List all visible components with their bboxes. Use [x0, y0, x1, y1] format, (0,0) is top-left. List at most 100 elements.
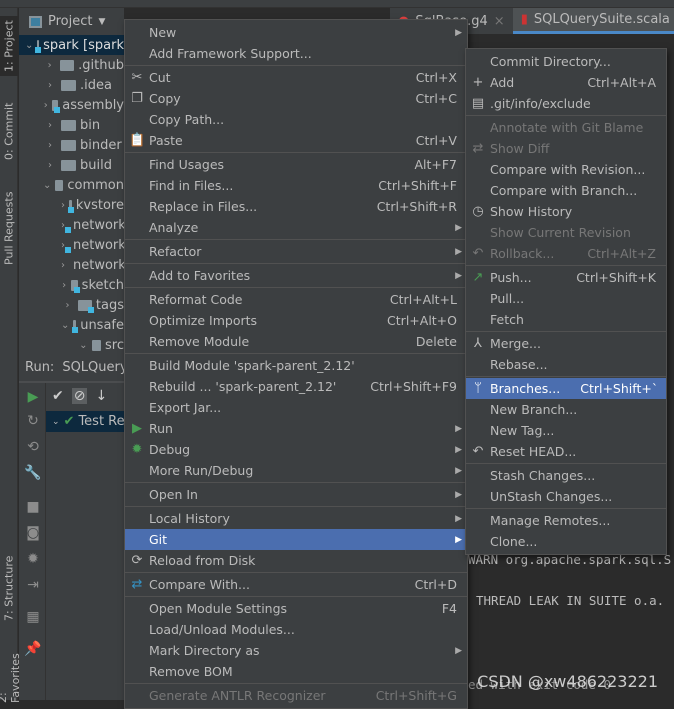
tab-project[interactable]: 1: Project: [0, 16, 18, 76]
menu-item-show-current-revision[interactable]: Show Current Revision: [466, 222, 666, 243]
chevron-right-icon[interactable]: ›: [43, 100, 48, 111]
menu-item-export-jar[interactable]: Export Jar...: [125, 397, 467, 418]
chevron-right-icon[interactable]: ›: [43, 80, 57, 91]
tree-item[interactable]: › tags: [19, 295, 124, 315]
menu-item-branches[interactable]: ᛘ Branches... Ctrl+Shift+`: [466, 378, 666, 399]
menu-item-remove-module[interactable]: Remove Module Delete: [125, 331, 467, 352]
menu-item-add[interactable]: + Add Ctrl+Alt+A: [466, 72, 666, 93]
tree-item[interactable]: › kvstore: [19, 195, 124, 215]
menu-item-build-module-spark-parent-2-12[interactable]: Build Module 'spark-parent_2.12': [125, 355, 467, 376]
menu-item-remove-bom[interactable]: Remove BOM: [125, 661, 467, 682]
layout-icon[interactable]: ▦: [23, 609, 43, 629]
debug-icon[interactable]: ✹: [23, 551, 43, 571]
tree-item[interactable]: ⌄ spark [spark: [19, 35, 124, 55]
menu-item-stash-changes[interactable]: Stash Changes...: [466, 465, 666, 486]
menu-item-compare-with-branch[interactable]: Compare with Branch...: [466, 180, 666, 201]
menu-item-debug[interactable]: ✹ Debug ▶: [125, 439, 467, 460]
chevron-right-icon[interactable]: ›: [43, 60, 56, 71]
tree-item[interactable]: ⌄ src: [19, 335, 124, 355]
tree-item[interactable]: › sketch: [19, 275, 124, 295]
chevron-down-icon[interactable]: ⌄: [43, 180, 51, 191]
menu-item-reload-from-disk[interactable]: ⟳ Reload from Disk: [125, 550, 467, 571]
tree-item[interactable]: ⌄ common: [19, 175, 124, 195]
menu-item-find-in-files[interactable]: Find in Files... Ctrl+Shift+F: [125, 175, 467, 196]
tab-pull-requests[interactable]: Pull Requests: [0, 188, 18, 268]
tree-item[interactable]: ⌄ unsafe: [19, 315, 124, 335]
menu-item-analyze[interactable]: Analyze ▶: [125, 217, 467, 238]
menu-item-open-module-settings[interactable]: Open Module Settings F4: [125, 598, 467, 619]
menu-item-commit-directory[interactable]: Commit Directory...: [466, 51, 666, 72]
menu-item-find-usages[interactable]: Find Usages Alt+F7: [125, 154, 467, 175]
menu-item-new[interactable]: New ▶: [125, 22, 467, 43]
menu-item-rebuild-spark-parent-2-12[interactable]: Rebuild ... 'spark-parent_2.12' Ctrl+Shif…: [125, 376, 467, 397]
chevron-down-icon[interactable]: ⌄: [25, 40, 33, 51]
tree-item[interactable]: › bin: [19, 115, 124, 135]
menu-item-manage-remotes[interactable]: Manage Remotes...: [466, 510, 666, 531]
project-panel-header[interactable]: Project ▼: [19, 8, 124, 35]
chevron-right-icon[interactable]: ›: [61, 300, 74, 311]
tree-item[interactable]: › build: [19, 155, 124, 175]
menu-item-git[interactable]: Git ▶: [125, 529, 467, 550]
menu-item-replace-in-files[interactable]: Replace in Files... Ctrl+Shift+R: [125, 196, 467, 217]
tab-sqlquerysuite[interactable]: ▮SQLQuerySuite.scala×: [512, 8, 674, 34]
chevron-right-icon[interactable]: ›: [61, 260, 65, 271]
camera-icon[interactable]: ◙: [23, 525, 43, 545]
show-passed-icon[interactable]: ✔: [52, 388, 64, 404]
menu-item-compare-with[interactable]: ⇄ Compare With... Ctrl+D: [125, 574, 467, 595]
menu-item-rebase[interactable]: Rebase...: [466, 354, 666, 375]
chevron-right-icon[interactable]: ›: [43, 140, 57, 151]
chevron-right-icon[interactable]: ›: [61, 200, 65, 211]
chevron-right-icon[interactable]: ›: [43, 160, 57, 171]
menu-item-fetch[interactable]: Fetch: [466, 309, 666, 330]
tab-structure[interactable]: 7: Structure: [0, 548, 18, 628]
menu-item-add-framework-support[interactable]: Add Framework Support...: [125, 43, 467, 64]
menu-item-clone[interactable]: Clone...: [466, 531, 666, 552]
wrench-icon[interactable]: 🔧: [23, 465, 43, 485]
menu-item-show-history[interactable]: ◷ Show History: [466, 201, 666, 222]
menu-item-local-history[interactable]: Local History ▶: [125, 508, 467, 529]
menu-item-optimize-imports[interactable]: Optimize Imports Ctrl+Alt+O: [125, 310, 467, 331]
menu-item-unstash-changes[interactable]: UnStash Changes...: [466, 486, 666, 507]
menu-item-reset-head[interactable]: ↶ Reset HEAD...: [466, 441, 666, 462]
menu-item-push[interactable]: ↗ Push... Ctrl+Shift+K: [466, 267, 666, 288]
test-results-row[interactable]: ⌄ ✔ Test Results: [46, 411, 124, 432]
menu-item-pull[interactable]: Pull...: [466, 288, 666, 309]
close-icon[interactable]: ×: [494, 14, 505, 29]
show-ignored-icon[interactable]: ⊘: [71, 388, 88, 404]
rerun-icon[interactable]: ▶: [23, 389, 43, 409]
chevron-right-icon[interactable]: ›: [61, 280, 67, 291]
menu-item-rollback[interactable]: ↶ Rollback... Ctrl+Alt+Z: [466, 243, 666, 264]
menu-item-mark-directory-as[interactable]: Mark Directory as ▶: [125, 640, 467, 661]
tab-favorites[interactable]: 2: Favorites: [0, 643, 22, 703]
menu-item-add-to-favorites[interactable]: Add to Favorites ▶: [125, 265, 467, 286]
pin-icon[interactable]: 📌: [23, 641, 43, 661]
tree-item[interactable]: › binder: [19, 135, 124, 155]
menu-item-paste[interactable]: 📋 Paste Ctrl+V: [125, 130, 467, 151]
exit-icon[interactable]: ⇥: [23, 577, 43, 597]
chevron-down-icon[interactable]: ⌄: [79, 340, 88, 351]
menu-item-open-in[interactable]: Open In ▶: [125, 484, 467, 505]
menu-item-refactor[interactable]: Refactor ▶: [125, 241, 467, 262]
menu-item-git-info-exclude[interactable]: ▤ .git/info/exclude: [466, 93, 666, 114]
tree-item[interactable]: › network: [19, 215, 124, 235]
tree-item[interactable]: › .github: [19, 55, 124, 75]
menu-item-annotate-with-git-blame[interactable]: Annotate with Git Blame: [466, 117, 666, 138]
menu-item-copy-path[interactable]: Copy Path...: [125, 109, 467, 130]
menu-item-more-run-debug[interactable]: More Run/Debug ▶: [125, 460, 467, 481]
menu-item-compare-with-revision[interactable]: Compare with Revision...: [466, 159, 666, 180]
tree-item[interactable]: › network: [19, 255, 124, 275]
tree-item[interactable]: › .idea: [19, 75, 124, 95]
chevron-down-icon[interactable]: ⌄: [61, 320, 69, 331]
menu-item-run[interactable]: ▶ Run ▶: [125, 418, 467, 439]
toggle-autotest-icon[interactable]: ⟲: [23, 439, 43, 459]
menu-item-show-diff[interactable]: ⇄ Show Diff: [466, 138, 666, 159]
menu-item-reformat-code[interactable]: Reformat Code Ctrl+Alt+L: [125, 289, 467, 310]
menu-item-generate-antlr-recognizer[interactable]: Generate ANTLR Recognizer Ctrl+Shift+G: [125, 685, 467, 706]
tree-item[interactable]: › assembly: [19, 95, 124, 115]
tab-commit[interactable]: 0: Commit: [0, 100, 18, 162]
tree-item[interactable]: › network: [19, 235, 124, 255]
stop-icon[interactable]: ■: [23, 499, 43, 519]
rerun-failed-icon[interactable]: ↻: [23, 413, 43, 433]
sort-icon[interactable]: ↓: [95, 388, 107, 404]
menu-item-new-tag[interactable]: New Tag...: [466, 420, 666, 441]
